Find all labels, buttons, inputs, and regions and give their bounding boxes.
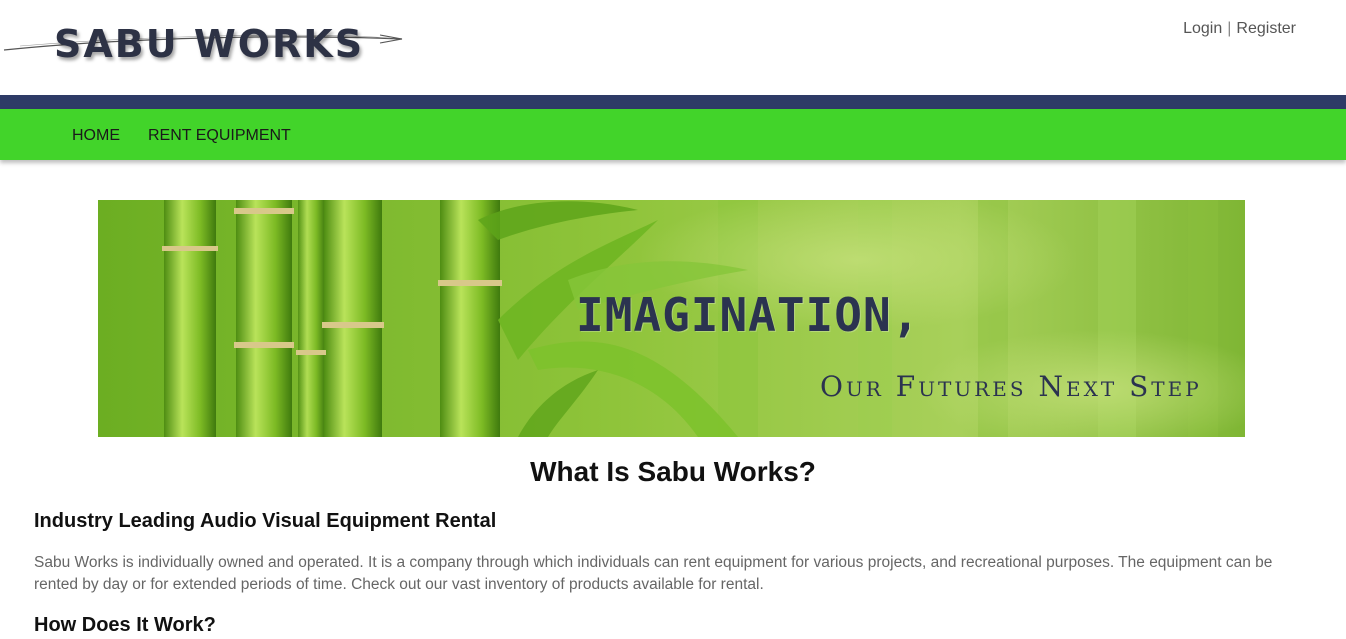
section-text-rental: Sabu Works is individually owned and ope… xyxy=(34,554,1273,593)
nav-home[interactable]: HOME xyxy=(72,127,120,145)
auth-separator: | xyxy=(1227,20,1232,37)
site-header: SABU WORKS Login | Register xyxy=(0,0,1346,95)
top-accent-bar xyxy=(0,95,1346,109)
logo-text: SABU WORKS xyxy=(54,22,365,66)
register-link[interactable]: Register xyxy=(1236,20,1296,37)
logo[interactable]: SABU WORKS xyxy=(0,8,410,68)
main-nav: HOME RENT EQUIPMENT xyxy=(0,109,1346,160)
banner-title: IMAGINATION, xyxy=(576,288,921,342)
nav-rent-equipment[interactable]: RENT EQUIPMENT xyxy=(148,127,291,145)
login-link[interactable]: Login xyxy=(1183,20,1222,37)
banner-subtitle: Our Futures Next Step xyxy=(820,370,1202,403)
hero-banner: IMAGINATION, Our Futures Next Step xyxy=(98,200,1245,437)
auth-links: Login | Register xyxy=(1183,20,1296,38)
section-heading-rental: Industry Leading Audio Visual Equipment … xyxy=(34,510,497,532)
section-heading-how-it-works: How Does It Work? xyxy=(34,614,216,636)
page-heading: What Is Sabu Works? xyxy=(530,456,816,487)
